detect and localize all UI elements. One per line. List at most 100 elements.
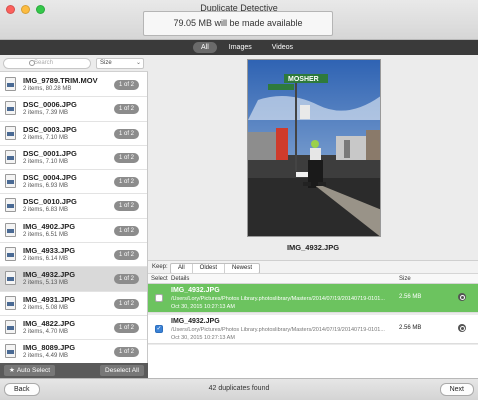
search-icon [29,60,35,66]
search-row: Search Size ⌄ [0,55,148,72]
file-info: 2 items, 80.28 MB [23,86,72,92]
table-row[interactable]: ✓ IMG_4932.JPG /Users/Lory/Pictures/Phot… [148,315,478,344]
file-name: IMG_4902.JPG [23,221,76,231]
detail-pane: MOSHER IMG_4932.JPG Keep: All Oldest New… [148,55,478,378]
image-file-icon [5,101,16,116]
row-date: Oct 30, 2015 10:27:13 AM [171,335,235,341]
table-empty-area [148,345,478,378]
file-name: IMG_9789.TRIM.MOV [23,76,98,85]
row-path: /Users/Lory/Pictures/Photos Library.phot… [171,327,385,333]
image-file-icon [5,149,16,164]
chevron-down-icon: ⌄ [135,60,141,66]
image-file-icon [5,222,16,237]
list-item[interactable]: DSC_0010.JPG 2 items, 6.83 MB 1 of 2 [0,194,147,219]
list-item[interactable]: IMG_4822.JPG 2 items, 4.70 MB 1 of 2 [0,315,147,341]
sidebar-footer: ★ Auto Select Deselect All [0,363,148,378]
count-badge: 1 of 2 [113,80,139,90]
deselect-all-button[interactable]: Deselect All [100,365,144,376]
count-badge: 1 of 2 [113,322,139,333]
file-name: DSC_0003.JPG [23,124,77,134]
column-header-details[interactable]: Details [171,276,189,282]
bottom-bar: Back 42 duplicates found Next [0,378,478,400]
file-info: 2 items, 5.13 MB [23,280,69,287]
photo-preview: MOSHER [247,59,381,237]
list-item[interactable]: IMG_9789.TRIM.MOV 2 items, 80.28 MB 1 of 2 [0,73,147,98]
file-info: 2 items, 7.39 MB [23,110,69,117]
file-info: 2 items, 7.10 MB [23,158,69,165]
street-sign-text: MOSHER [288,76,319,83]
star-icon: ★ [9,367,15,374]
auto-select-button[interactable]: ★ Auto Select [4,365,56,376]
row-path: /Users/Lory/Pictures/Photos Library.phot… [171,296,385,302]
image-file-icon [5,198,16,213]
table-row[interactable]: IMG_4932.JPG /Users/Lory/Pictures/Photos… [148,284,478,313]
image-file-icon [5,247,16,262]
row-filename: IMG_4932.JPG [171,318,220,325]
row-checkbox[interactable] [155,294,163,302]
count-badge: 1 of 2 [113,201,139,212]
list-item[interactable]: IMG_4931.JPG 2 items, 5.08 MB 1 of 2 [0,291,147,316]
filter-tabs: All Images Videos [193,42,301,53]
filter-tab-bar: All Images Videos [0,40,478,55]
reveal-in-finder-icon[interactable] [458,293,466,301]
keep-newest-option[interactable]: Newest [225,264,259,273]
auto-select-label: Auto Select [16,367,51,374]
search-input[interactable]: Search [3,58,91,69]
image-file-icon [5,344,16,359]
column-header-select[interactable]: Select [151,276,168,282]
file-name: DSC_0001.JPG [23,148,77,158]
file-info: 2 items, 6.14 MB [23,256,69,263]
row-size: 2.56 MB [399,294,422,300]
file-info: 2 items, 5.08 MB [23,304,69,311]
file-name: IMG_4822.JPG [23,318,76,328]
file-name: IMG_8089.JPG [23,343,76,353]
list-item[interactable]: DSC_0006.JPG 2 items, 7.39 MB 1 of 2 [0,97,147,122]
file-info: 2 items, 4.70 MB [23,328,69,335]
count-badge: 1 of 2 [113,298,139,309]
list-item[interactable]: DSC_0001.JPG 2 items, 7.10 MB 1 of 2 [0,145,147,171]
file-info: 2 items, 7.10 MB [23,134,69,141]
list-item[interactable]: DSC_0003.JPG 2 items, 7.10 MB 1 of 2 [0,121,147,146]
count-badge: 1 of 2 [113,274,139,285]
row-filename: IMG_4932.JPG [171,287,220,294]
count-badge: 1 of 2 [113,152,139,163]
video-file-icon [5,77,16,91]
image-file-icon [5,319,16,334]
file-name: DSC_0010.JPG [23,197,77,207]
row-size: 2.56 MB [399,325,422,331]
list-item[interactable]: IMG_4932.JPG 2 items, 5.13 MB 1 of 2 [0,267,147,292]
count-badge: 1 of 2 [113,128,139,139]
count-badge: 1 of 2 [113,347,139,358]
list-item[interactable]: DSC_0004.JPG 2 items, 6.93 MB 1 of 2 [0,170,147,195]
keep-all-option[interactable]: All [171,264,193,273]
count-badge: 1 of 2 [113,250,139,261]
row-checkbox[interactable]: ✓ [155,325,163,333]
duplicates-found-status: 42 duplicates found [208,385,270,392]
image-file-icon [5,125,16,140]
keep-label: Keep: [152,264,168,270]
photo-preview-image: MOSHER [248,60,380,236]
keep-oldest-option[interactable]: Oldest [193,264,226,273]
list-item[interactable]: IMG_4933.JPG 2 items, 6.14 MB 1 of 2 [0,243,147,268]
keep-options-row: Keep: All Oldest Newest [148,260,478,274]
file-name: DSC_0006.JPG [23,100,77,110]
file-info: 2 items, 6.93 MB [23,183,69,190]
count-badge: 1 of 2 [113,225,139,236]
duplicate-groups-sidebar: Search Size ⌄ IMG_9789.TRIM.MOV 2 items, … [0,55,148,378]
tab-videos[interactable]: Videos [264,42,301,53]
duplicate-group-list: IMG_9789.TRIM.MOV 2 items, 80.28 MB 1 of 2… [0,73,147,365]
column-header-size[interactable]: Size [399,276,411,282]
title-bar: Duplicate Detective 79.05 MB will be mad… [0,0,478,40]
next-button[interactable]: Next [439,383,474,396]
reveal-in-finder-icon[interactable] [458,324,466,332]
file-name: IMG_4932.JPG [23,270,76,280]
list-item[interactable]: IMG_8089.JPG 2 items, 4.49 MB 1 of 2 [0,340,147,365]
preview-filename: IMG_4932.JPG [286,243,340,252]
tab-all[interactable]: All [193,42,217,53]
row-date: Oct 30, 2015 10:27:13 AM [171,304,235,310]
tab-images[interactable]: Images [221,42,260,53]
count-badge: 1 of 2 [113,104,139,115]
sort-select[interactable]: Size ⌄ [96,58,144,69]
list-item[interactable]: IMG_4902.JPG 2 items, 6.51 MB 1 of 2 [0,218,147,244]
file-name: DSC_0004.JPG [23,173,77,183]
